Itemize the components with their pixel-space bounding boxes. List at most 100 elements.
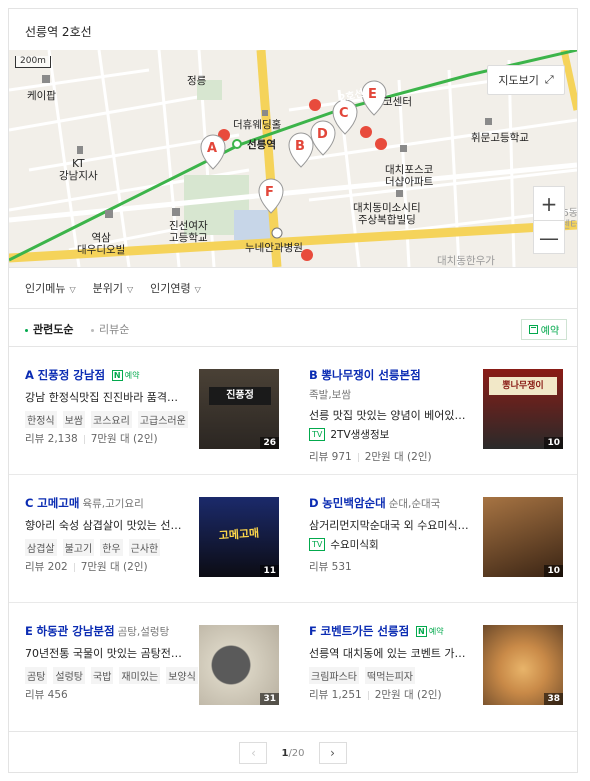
marker-c[interactable]: C bbox=[339, 107, 349, 120]
marker-f[interactable]: F bbox=[265, 186, 274, 199]
place-meta: 리뷰 202 7만원 대 (2인) bbox=[25, 561, 148, 573]
filter-popular-age[interactable]: 인기연령 ▽ bbox=[150, 280, 201, 296]
local-search-card: 선릉역 2호선 200m 케이팝 정릉 KT 강남지사 더휴웨딩홀 선릉역 2호… bbox=[8, 8, 578, 773]
place-item-d[interactable]: D 농민백암순대 순대,순대국 삼거리먼지막순대국 외 수요미식… TV 수요미식회… bbox=[293, 475, 577, 602]
place-row: A 진풍정 강남점 N 예약 강남 한정식맛집 진진바라 품격… 한정식 보쌈 코스요… bbox=[9, 347, 577, 475]
sort-relevance[interactable]: 관련도순 bbox=[25, 321, 73, 337]
place-tags: 크림파스타 떡먹는피자 bbox=[309, 667, 415, 684]
sign-text: 뽕나무쟁이 bbox=[489, 377, 557, 395]
marker-e[interactable]: E bbox=[368, 88, 377, 101]
zoom-in-button[interactable]: + bbox=[534, 187, 564, 221]
place-meta: 리뷰 2,138 7만원 대 (2인) bbox=[25, 433, 158, 445]
page-indicator: 1/20 bbox=[281, 747, 305, 759]
place-meta: 리뷰 456 bbox=[25, 689, 68, 701]
reserve-filter-button[interactable]: 예약 bbox=[521, 319, 567, 340]
map-scale: 200m bbox=[15, 56, 51, 68]
place-name[interactable]: F 코벤트가든 선릉점 N 예약 bbox=[309, 623, 444, 639]
place-item-c[interactable]: C 고메고매 육류,고기요리 향아리 숙성 삼겹살이 맛있는 선… 삼겹살 불고기 한… bbox=[9, 475, 293, 602]
map-label-kt: KT 강남지사 bbox=[59, 158, 98, 182]
photo-count: 26 bbox=[260, 437, 279, 449]
sort-reviews[interactable]: 리뷰순 bbox=[91, 321, 129, 337]
tv-badge: TV 수요미식회 bbox=[309, 537, 379, 552]
place-list: A 진풍정 강남점 N 예약 강남 한정식맛집 진진바라 품격… 한정식 보쌈 코스요… bbox=[9, 347, 577, 731]
naver-reserve-badge: N 예약 bbox=[111, 370, 139, 381]
place-name[interactable]: A 진풍정 강남점 N 예약 bbox=[25, 367, 139, 383]
map-label-kepab: 케이팝 bbox=[27, 90, 56, 102]
place-desc: 삼거리먼지막순대국 외 수요미식… bbox=[309, 519, 469, 532]
map-view-label: 지도보기 bbox=[498, 74, 539, 87]
marker-b[interactable]: B bbox=[295, 140, 305, 153]
filter-atmosphere[interactable]: 분위기 ▽ bbox=[93, 280, 134, 296]
map-label-daechidong: 대치동미소시티 주상복합빌딩 bbox=[353, 202, 421, 226]
place-item-b[interactable]: B 뽕나무쟁이 선릉본점 족발,보쌈 선릉 맛집 맛있는 양념이 베어있… TV… bbox=[293, 347, 577, 474]
tv-icon: TV bbox=[309, 428, 326, 441]
sort-bar: 관련도순 리뷰순 예약 bbox=[9, 309, 577, 347]
place-meta: 리뷰 971 2만원 대 (2인) bbox=[309, 451, 432, 463]
place-tags: 한정식 보쌈 코스요리 고급스러운 bbox=[25, 411, 188, 428]
map-label-nuneane: 누네안과병원 bbox=[245, 242, 303, 254]
photo-count: 31 bbox=[260, 693, 279, 705]
place-desc: 향아리 숙성 삼겹살이 맛있는 선… bbox=[25, 519, 182, 532]
map-view[interactable]: 200m 케이팝 정릉 KT 강남지사 더휴웨딩홀 선릉역 2호선 코센터 휘문… bbox=[9, 50, 577, 267]
place-thumbnail[interactable]: 31 bbox=[199, 625, 279, 705]
place-desc: 70년전통 국물이 맛있는 곰탕전… bbox=[25, 647, 182, 660]
map-label-jinseon: 진선여자 고등학교 bbox=[169, 220, 208, 244]
place-tags: 삼겹살 불고기 한우 근사한 bbox=[25, 539, 161, 556]
chevron-down-icon: ▽ bbox=[127, 285, 134, 294]
naver-reserve-badge: N 예약 bbox=[415, 626, 444, 637]
place-tags: 곰탕 설렁탕 국밥 재미있는 보양식 bbox=[25, 667, 198, 684]
sign-text: 진풍정 bbox=[209, 387, 271, 405]
calendar-icon bbox=[528, 325, 538, 334]
place-name[interactable]: B 뽕나무쟁이 선릉본점 bbox=[309, 367, 421, 383]
place-thumbnail[interactable]: 진풍정 26 bbox=[199, 369, 279, 449]
place-thumbnail[interactable]: 38 bbox=[483, 625, 563, 705]
place-desc: 선릉 맛집 맛있는 양념이 베어있… bbox=[309, 409, 466, 422]
place-name[interactable]: D 농민백암순대 순대,순대국 bbox=[309, 495, 440, 511]
map-view-button[interactable]: 지도보기 ⤢ bbox=[487, 65, 565, 95]
place-row: C 고메고매 육류,고기요리 향아리 숙성 삼겹살이 맛있는 선… 삼겹살 불고기 한… bbox=[9, 475, 577, 603]
chevron-down-icon: ▽ bbox=[69, 285, 76, 294]
filter-popular-menu[interactable]: 인기메뉴 ▽ bbox=[25, 280, 76, 296]
map-label-theheu: 더휴웨딩홀 bbox=[233, 119, 282, 131]
map-label-jeongreung: 정릉 bbox=[187, 75, 207, 87]
tv-badge: TV 2TV생생정보 bbox=[309, 427, 389, 442]
place-name[interactable]: C 고메고매 육류,고기요리 bbox=[25, 495, 144, 511]
place-thumbnail[interactable]: 뽕나무쟁이 10 bbox=[483, 369, 563, 449]
prev-page-button[interactable]: ‹ bbox=[239, 742, 268, 764]
expand-icon: ⤢ bbox=[544, 73, 554, 86]
marker-d[interactable]: D bbox=[317, 128, 328, 141]
pagination: ‹ 1/20 › bbox=[9, 731, 577, 774]
map-label-yeokdae: 역삼 대우디오빌 bbox=[77, 232, 126, 256]
place-item-f[interactable]: F 코벤트가든 선릉점 N 예약 선릉역 대치동에 있는 코벤트 가… 크림파스타… bbox=[293, 603, 577, 730]
next-page-button[interactable]: › bbox=[318, 742, 347, 764]
zoom-out-button[interactable]: — bbox=[534, 221, 564, 255]
map-label-daechipos: 대치포스코 더샵아파트 bbox=[385, 164, 434, 188]
filter-bar: 인기메뉴 ▽ 분위기 ▽ 인기연령 ▽ bbox=[9, 267, 577, 309]
map-label-daechi-bottom: 대치동한우가 bbox=[437, 255, 495, 267]
place-item-a[interactable]: A 진풍정 강남점 N 예약 강남 한정식맛집 진진바라 품격… 한정식 보쌈 코스요… bbox=[9, 347, 293, 474]
query-title: 선릉역 2호선 bbox=[25, 25, 92, 39]
map-label-cocenter: 코센터 bbox=[383, 96, 412, 108]
zoom-control: + — bbox=[533, 186, 565, 254]
sign-text: 고메고매 bbox=[218, 526, 260, 543]
photo-count: 10 bbox=[544, 437, 563, 449]
photo-count: 10 bbox=[544, 565, 563, 577]
place-thumbnail[interactable]: 10 bbox=[483, 497, 563, 577]
map-label-station: 선릉역 bbox=[247, 139, 276, 151]
photo-count: 38 bbox=[544, 693, 563, 705]
map-label-hwimun: 휘문고등학교 bbox=[471, 132, 529, 144]
place-row: E 하동관 강남분점 곰탕,설렁탕 70년전통 국물이 맛있는 곰탕전… 곰탕 설렁… bbox=[9, 603, 577, 731]
place-desc: 강남 한정식맛집 진진바라 품격… bbox=[25, 391, 179, 404]
place-meta: 리뷰 531 bbox=[309, 561, 352, 573]
place-category: 족발,보쌈 bbox=[309, 389, 351, 401]
place-name[interactable]: E 하동관 강남분점 곰탕,설렁탕 bbox=[25, 623, 169, 639]
place-meta: 리뷰 1,251 2만원 대 (2인) bbox=[309, 689, 442, 701]
place-thumbnail[interactable]: 고메고매 11 bbox=[199, 497, 279, 577]
tv-icon: TV bbox=[309, 538, 326, 551]
n-icon: N bbox=[111, 370, 123, 381]
place-item-e[interactable]: E 하동관 강남분점 곰탕,설렁탕 70년전통 국물이 맛있는 곰탕전… 곰탕 설렁… bbox=[9, 603, 293, 730]
marker-a[interactable]: A bbox=[207, 142, 217, 155]
n-icon: N bbox=[415, 626, 427, 637]
photo-count: 11 bbox=[260, 565, 279, 577]
place-desc: 선릉역 대치동에 있는 코벤트 가… bbox=[309, 647, 466, 660]
